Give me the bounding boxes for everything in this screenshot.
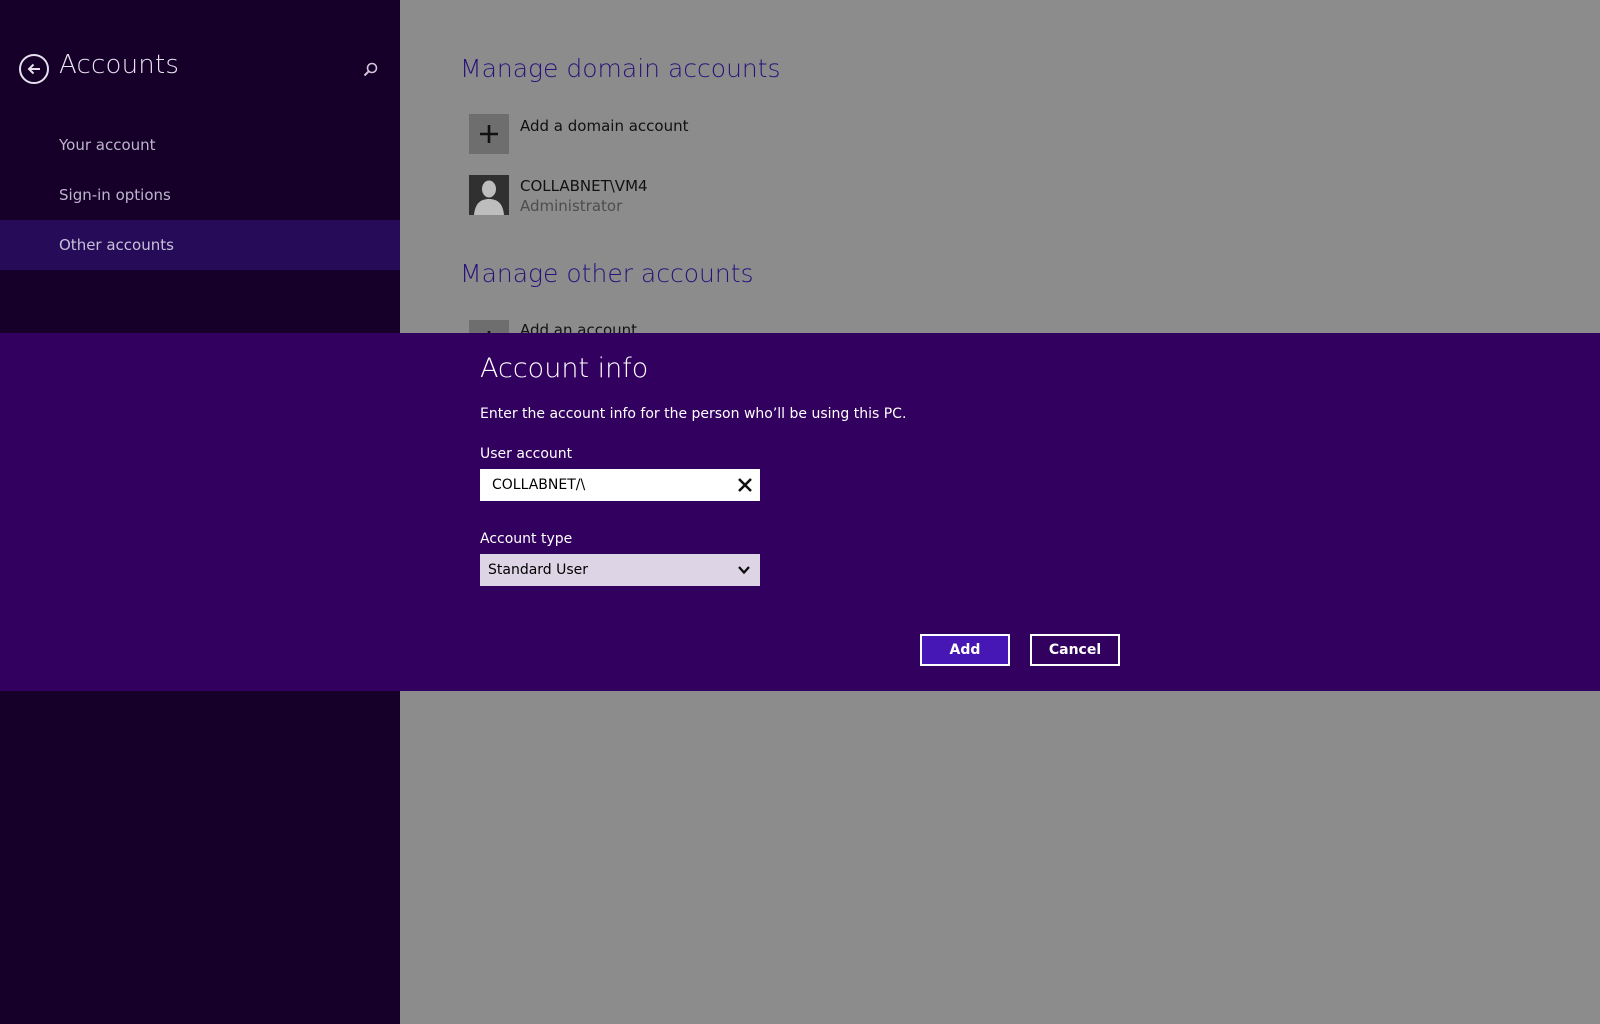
- dialog-title: Account info: [480, 353, 649, 384]
- chevron-down-icon: [738, 566, 750, 575]
- account-name[interactable]: COLLABNET\VM4: [520, 177, 648, 195]
- sidebar-title: Accounts: [59, 50, 180, 80]
- add-button[interactable]: Add: [920, 634, 1010, 666]
- account-role: Administrator: [520, 197, 623, 215]
- sidebar-item-label: Other accounts: [59, 236, 174, 254]
- back-button[interactable]: [19, 54, 49, 84]
- domain-section-title: Manage domain accounts: [460, 54, 781, 83]
- account-type-label: Account type: [480, 531, 573, 547]
- back-arrow-icon: [27, 63, 40, 75]
- close-icon: [738, 478, 752, 492]
- dialog-description: Enter the account info for the person wh…: [480, 406, 907, 422]
- user-silhouette-icon: [474, 180, 504, 215]
- cancel-button[interactable]: Cancel: [1030, 634, 1120, 666]
- account-type-select[interactable]: Standard User: [480, 554, 760, 586]
- clear-button[interactable]: [736, 476, 754, 494]
- sidebar-item-label: Your account: [59, 136, 156, 154]
- add-domain-account-tile[interactable]: [469, 114, 509, 154]
- add-domain-account-link[interactable]: Add a domain account: [520, 117, 688, 135]
- sidebar-item-sign-in-options[interactable]: Sign-in options: [0, 170, 400, 220]
- user-account-field[interactable]: [480, 469, 760, 501]
- plus-icon: [480, 125, 498, 143]
- account-info-dialog: Account info Enter the account info for …: [0, 333, 1600, 691]
- sidebar-item-label: Sign-in options: [59, 186, 171, 204]
- user-account-label: User account: [480, 446, 573, 462]
- sidebar-item-other-accounts[interactable]: Other accounts: [0, 220, 400, 270]
- search-icon: [363, 62, 378, 77]
- user-account-input[interactable]: [480, 469, 732, 501]
- sidebar-item-your-account[interactable]: Your account: [0, 120, 400, 170]
- other-section-title: Manage other accounts: [460, 259, 754, 288]
- account-type-value: Standard User: [488, 562, 589, 578]
- search-button[interactable]: [360, 59, 382, 81]
- account-avatar: [469, 175, 509, 215]
